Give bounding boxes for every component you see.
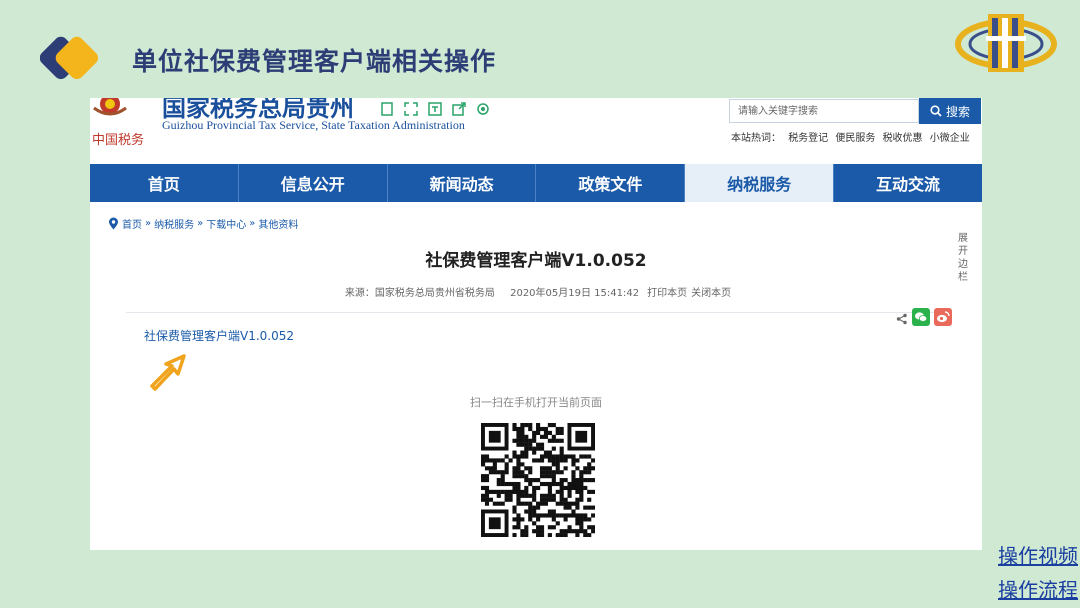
search-input[interactable] — [729, 99, 919, 123]
nav-item-info-disclosure[interactable]: 信息公开 — [239, 164, 388, 202]
website-screenshot: 中国税务 国家税务总局贵州 Guizhou Provincial Tax Ser… — [90, 98, 982, 550]
site-name-english: Guizhou Provincial Tax Service, State Ta… — [162, 118, 465, 132]
text-size-icon[interactable] — [426, 100, 444, 118]
expand-sidebar-toggle[interactable]: 展开边栏 — [956, 232, 970, 284]
hot-word-link[interactable]: 便民服务 — [835, 133, 875, 144]
print-page-link[interactable]: 打印本页 — [647, 288, 687, 299]
settings-icon[interactable] — [474, 100, 492, 118]
breadcrumb-separator: » — [249, 218, 256, 229]
slide-section-icon — [40, 36, 99, 80]
tax-emblem-icon: 中国税务 — [92, 98, 144, 148]
close-page-link[interactable]: 关闭本页 — [691, 288, 731, 299]
main-nav: 首页 信息公开 新闻动态 政策文件 纳税服务 互动交流 — [90, 164, 982, 202]
tax-logo-icon — [955, 14, 1057, 72]
slide-title: 单位社保费管理客户端相关操作 — [132, 47, 497, 76]
hot-words: 本站热词： 税务登记 便民服务 税收优惠 小微企业 — [731, 129, 974, 144]
hot-word-link[interactable]: 税收优惠 — [883, 133, 923, 144]
toolbar-icons — [378, 100, 492, 118]
search-button-label: 搜索 — [945, 104, 970, 119]
breadcrumb-separator: » — [145, 218, 152, 229]
wechat-icon[interactable] — [912, 308, 930, 330]
nav-item-news[interactable]: 新闻动态 — [388, 164, 537, 202]
nav-item-home[interactable]: 首页 — [90, 164, 239, 202]
site-header: 中国税务 国家税务总局贵州 Guizhou Provincial Tax Ser… — [90, 98, 982, 164]
operation-flow-link[interactable]: 操作流程 — [998, 574, 1078, 603]
article-meta: 来源：国家税务总局贵州省税务局 2020年05月19日 15:41:42 打印本页… — [90, 284, 982, 299]
share-bar — [896, 308, 952, 330]
article-title: 社保费管理客户端V1.0.052 — [425, 251, 647, 271]
download-link[interactable]: 社保费管理客户端V1.0.052 — [144, 327, 294, 344]
hot-words-label: 本站热词： — [731, 133, 781, 144]
nav-item-tax-service[interactable]: 纳税服务 — [685, 164, 835, 202]
breadcrumb-home[interactable]: 首页 — [122, 216, 142, 231]
breadcrumb-tax-service[interactable]: 纳税服务 — [154, 216, 194, 231]
breadcrumb-download-center[interactable]: 下载中心 — [206, 216, 246, 231]
divider — [126, 312, 952, 313]
breadcrumb-other-materials[interactable]: 其他资料 — [258, 216, 298, 231]
weibo-icon[interactable] — [934, 308, 952, 330]
article-date: 2020年05月19日 15:41:42 — [510, 288, 640, 299]
pointer-arrow-icon — [150, 354, 186, 391]
hot-word-link[interactable]: 小微企业 — [930, 133, 970, 144]
scan-hint: 扫一扫在手机打开当前页面 — [470, 396, 602, 409]
search-icon — [930, 105, 942, 117]
tablet-icon[interactable] — [378, 100, 396, 118]
breadcrumb: 首页 » 纳税服务 » 下载中心 » 其他资料 — [108, 216, 298, 231]
operation-video-link[interactable]: 操作视频 — [998, 540, 1078, 569]
emblem-text: 中国税务 — [92, 132, 144, 148]
article-source: 来源：国家税务总局贵州省税务局 — [344, 288, 495, 299]
nav-item-policy[interactable]: 政策文件 — [536, 164, 686, 202]
share-page-icon[interactable] — [450, 100, 468, 118]
qr-code-icon — [481, 423, 595, 537]
hot-word-link[interactable]: 税务登记 — [788, 133, 828, 144]
nav-item-interaction[interactable]: 互动交流 — [834, 164, 982, 202]
breadcrumb-separator: » — [197, 218, 204, 229]
share-icon[interactable] — [896, 310, 908, 329]
fullscreen-icon[interactable] — [402, 100, 420, 118]
location-pin-icon — [109, 217, 118, 230]
search-button[interactable]: 搜索 — [919, 98, 981, 124]
